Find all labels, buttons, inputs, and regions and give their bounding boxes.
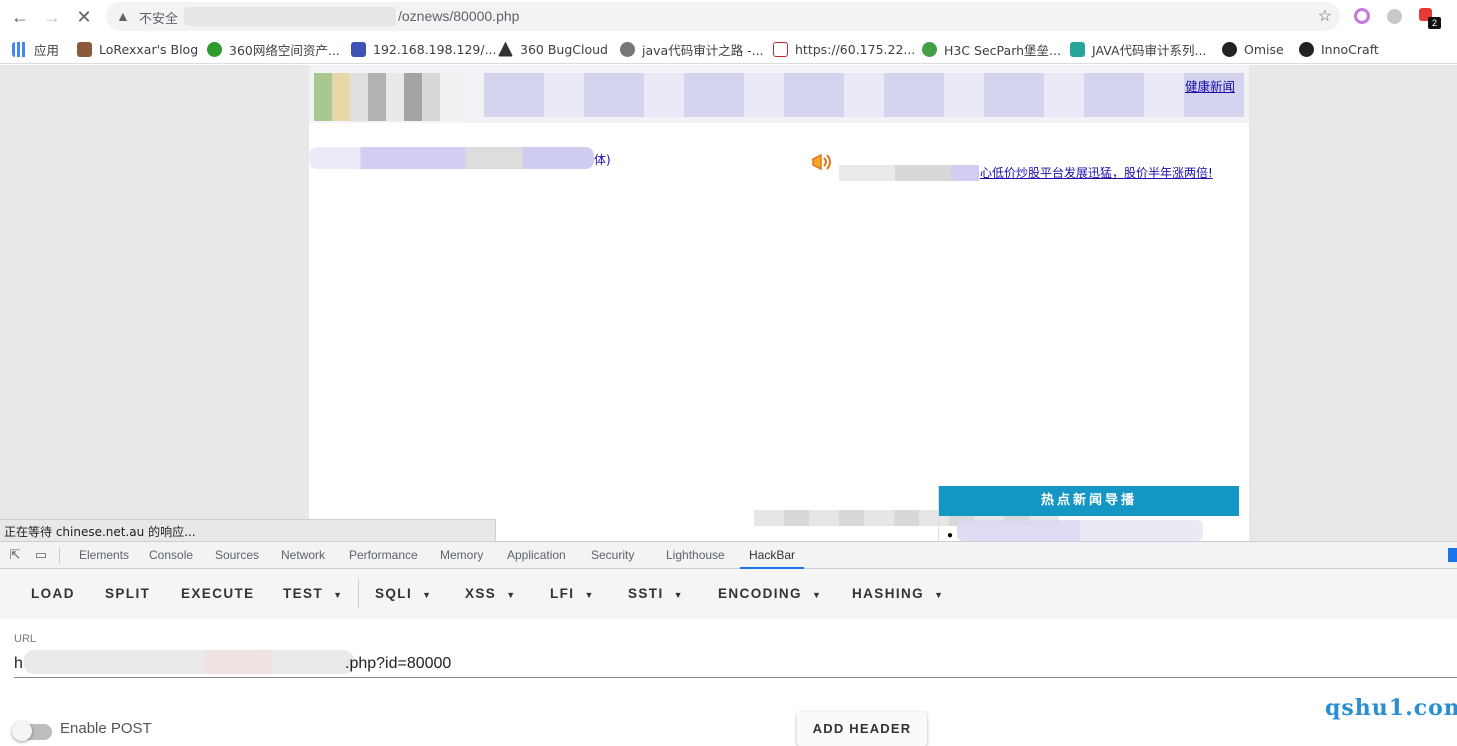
extension-gray-icon[interactable] <box>1387 9 1402 24</box>
tab-hackbar[interactable]: HackBar <box>740 542 805 569</box>
redacted-host <box>184 7 396 26</box>
redacted-hot-item <box>957 520 1203 541</box>
load-button[interactable]: LOAD <box>31 569 75 619</box>
redacted-logo <box>314 73 464 121</box>
bookmark-item[interactable]: 192.168.198.129/... <box>351 40 497 58</box>
address-url[interactable]: /oznews/80000.php <box>398 8 519 24</box>
blog-favicon-icon <box>77 41 92 57</box>
url-field-label: URL <box>14 633 37 645</box>
list-bullet: ● <box>947 530 954 541</box>
tab-performance[interactable]: Performance <box>349 542 418 569</box>
lfi-dropdown[interactable]: LFI ▼ <box>550 569 595 619</box>
url-value-end: .php?id=80000 <box>345 655 452 672</box>
test-dropdown[interactable]: TEST ▼ <box>283 569 343 619</box>
dropdown-caret-icon: ▼ <box>811 590 823 600</box>
devtools-panel: ⇱ ▭ Elements Console Sources Network Per… <box>0 541 1457 746</box>
hot-news-panel: 热点新闻导播 ● <box>938 486 1239 541</box>
site-title-tail: 体) <box>594 153 611 167</box>
github-icon <box>1299 41 1314 57</box>
bookmark-item[interactable]: InnoCraft <box>1299 40 1379 58</box>
bookmark-item[interactable]: java代码审计之路 -... <box>620 40 764 58</box>
xss-dropdown[interactable]: XSS ▼ <box>465 569 517 619</box>
dropdown-caret-icon: ▼ <box>584 590 595 600</box>
redacted-url <box>24 650 354 674</box>
add-header-button[interactable]: ADD HEADER <box>797 712 927 746</box>
watermark: qshu1.com <box>1325 695 1457 721</box>
tab-divider <box>59 547 60 564</box>
tab-sources[interactable]: Sources <box>215 542 259 569</box>
back-arrow-icon[interactable]: ← <box>8 5 32 29</box>
nav-link-health[interactable]: 健康新闻 <box>1185 76 1235 95</box>
browser-toolbar: ← → ✕ ▲ 不安全 /oznews/80000.php ☆ 2 <box>0 0 1457 34</box>
dropdown-caret-icon: ▼ <box>934 590 945 600</box>
bookmark-item[interactable]: Omise <box>1222 40 1284 58</box>
tab-network[interactable]: Network <box>281 542 325 569</box>
bookmark-item[interactable]: H3C SecParh堡垒... <box>922 40 1061 58</box>
warning-icon: ▲ <box>116 8 130 24</box>
insecure-label: 不安全 <box>139 12 179 27</box>
dropdown-caret-icon: ▼ <box>422 590 433 600</box>
inspect-element-icon[interactable]: ⇱ <box>7 547 23 563</box>
ticker-link[interactable]: 心低价炒股平台发展迅猛，股价半年涨两倍! <box>980 164 1213 181</box>
sqli-dropdown[interactable]: SQLI ▼ <box>375 569 432 619</box>
redacted-nav <box>484 73 1244 117</box>
bookmark-apps[interactable]: 应用 <box>12 40 59 58</box>
apps-grid-icon <box>12 41 27 57</box>
extension-circle-icon[interactable] <box>1354 8 1370 24</box>
dropdown-caret-icon: ▼ <box>333 590 344 600</box>
stop-loading-icon[interactable]: ✕ <box>72 5 96 29</box>
wechat-favicon-icon <box>922 41 937 57</box>
tab-lighthouse[interactable]: Lighthouse <box>666 542 725 569</box>
java-favicon-icon <box>620 41 635 57</box>
url-input[interactable]: h .php?id=80000 <box>14 648 1457 678</box>
page-viewport: 健康新闻 体) 心低价炒股平台发展迅猛，股价半年涨两倍! 热点新闻导播 ● 正在… <box>0 65 1457 541</box>
bugcloud-favicon-icon <box>498 41 513 57</box>
devtools-side-icon[interactable] <box>1448 548 1457 562</box>
device-toolbar-icon[interactable]: ▭ <box>33 547 49 563</box>
devtools-tabbar: ⇱ ▭ Elements Console Sources Network Per… <box>0 542 1457 569</box>
url-value-start: h <box>14 655 23 672</box>
bookmark-item[interactable]: https://60.175.22... <box>773 40 915 58</box>
bookmarks-bar: 应用 LoRexxar's Blog 360网络空间资产... 192.168.… <box>0 34 1457 64</box>
td-favicon-icon <box>351 41 366 57</box>
bookmark-item[interactable]: 360网络空间资产... <box>207 40 340 58</box>
dropdown-caret-icon: ▼ <box>673 590 684 600</box>
h3c-favicon-icon <box>773 41 788 57</box>
tab-application[interactable]: Application <box>507 542 566 569</box>
address-bar[interactable]: ▲ 不安全 /oznews/80000.php ☆ <box>106 2 1340 31</box>
status-bar: 正在等待 chinese.net.au 的响应... <box>0 519 496 541</box>
hot-news-title: 热点新闻导播 <box>939 486 1239 516</box>
bookmark-star-icon[interactable]: ☆ <box>1318 6 1332 26</box>
forward-arrow-icon[interactable]: → <box>40 5 64 29</box>
redacted-site-title <box>309 147 594 169</box>
hashing-dropdown[interactable]: HASHING ▼ <box>852 569 944 619</box>
enable-post-label: Enable POST <box>60 720 152 737</box>
hackbar-toolbar: LOAD SPLIT EXECUTE TEST ▼ SQLI ▼ XSS ▼ LFI ▼… <box>0 569 1457 619</box>
dropdown-caret-icon: ▼ <box>506 590 517 600</box>
ssti-dropdown[interactable]: SSTI ▼ <box>628 569 684 619</box>
news-page: 健康新闻 体) 心低价炒股平台发展迅猛，股价半年涨两倍! 热点新闻导播 ● <box>309 65 1249 541</box>
tab-console[interactable]: Console <box>149 542 193 569</box>
toolbar-divider <box>358 579 359 609</box>
redacted-ticker <box>839 165 979 181</box>
github-icon <box>1222 41 1237 57</box>
enable-post-toggle[interactable] <box>12 721 52 741</box>
split-button[interactable]: SPLIT <box>105 569 150 619</box>
megaphone-icon <box>812 153 831 171</box>
toggle-knob <box>12 721 32 741</box>
java-series-favicon-icon <box>1070 41 1085 57</box>
tab-elements[interactable]: Elements <box>79 542 129 569</box>
extension-badge: 2 <box>1428 17 1441 29</box>
tab-memory[interactable]: Memory <box>440 542 483 569</box>
360-favicon-icon <box>207 41 222 57</box>
tab-security[interactable]: Security <box>591 542 634 569</box>
site-header: 健康新闻 <box>309 65 1249 123</box>
execute-button[interactable]: EXECUTE <box>181 569 255 619</box>
bookmark-item[interactable]: LoRexxar's Blog <box>77 40 198 58</box>
encoding-dropdown[interactable]: ENCODING ▼ <box>718 569 822 619</box>
bookmark-item[interactable]: 360 BugCloud <box>498 40 608 58</box>
bookmark-item[interactable]: JAVA代码审计系列... <box>1070 40 1206 58</box>
